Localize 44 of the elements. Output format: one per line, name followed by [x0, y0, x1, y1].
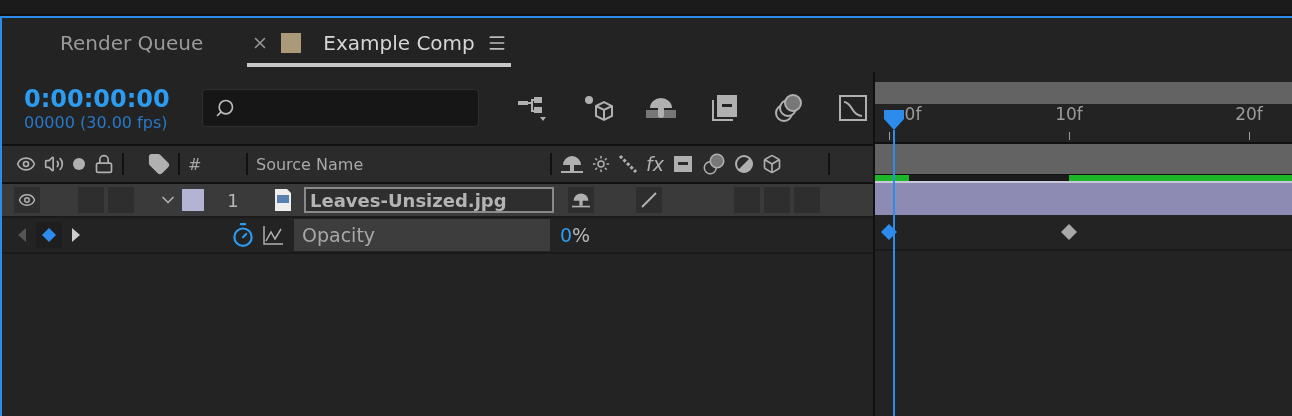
next-keyframe-icon[interactable]	[70, 227, 82, 243]
column-header[interactable]: Source Name	[256, 154, 542, 174]
keyframe-icon[interactable]	[1061, 224, 1077, 240]
ruler-label: 0f	[904, 104, 922, 124]
shy-switch[interactable]	[568, 187, 594, 213]
layer-name-field[interactable]: Leaves-Unsized.jpg	[304, 187, 554, 213]
tab-label: Render Queue	[60, 31, 204, 55]
eye-icon[interactable]	[16, 154, 36, 174]
frame-count: 00000 (30.00 fps)	[24, 112, 169, 132]
panel-tab[interactable]: Example Comp	[247, 23, 511, 67]
shy-icon[interactable]	[560, 153, 584, 175]
film-icon[interactable]	[671, 154, 694, 174]
search-icon	[215, 98, 235, 118]
tab-label: Example Comp	[323, 31, 475, 55]
label-color-swatch[interactable]	[182, 189, 204, 211]
dot-icon[interactable]	[72, 157, 86, 171]
visibility-toggle[interactable]	[14, 187, 40, 213]
graph-icon[interactable]	[262, 225, 284, 245]
current-time[interactable]: 0:00:00:00	[24, 84, 202, 113]
slash-icon	[639, 190, 659, 210]
search-field[interactable]	[202, 89, 479, 127]
eye-icon	[18, 191, 36, 209]
panel-tab[interactable]: Render Queue	[56, 23, 208, 67]
lock-icon[interactable]	[94, 154, 114, 174]
property-name: Opacity	[294, 219, 550, 251]
speaker-icon[interactable]	[44, 154, 64, 174]
property-value[interactable]: 0%	[560, 224, 591, 246]
stopwatch-icon[interactable]	[230, 222, 256, 248]
half-circle-icon[interactable]	[733, 154, 754, 174]
layer-number: 1	[226, 189, 240, 211]
stacked-circles-icon[interactable]	[701, 152, 726, 176]
keyframe-icon	[41, 227, 57, 243]
ruler-label: 20f	[1235, 104, 1263, 124]
quality-switch[interactable]	[636, 187, 662, 213]
column-header[interactable]: #	[188, 154, 238, 174]
fx-icon[interactable]: fx	[646, 153, 664, 175]
cube-icon[interactable]	[761, 154, 782, 174]
tag-icon[interactable]	[148, 153, 170, 175]
dashed-line-icon[interactable]	[618, 154, 638, 174]
sun-icon[interactable]	[592, 155, 610, 173]
keyframe-toggle[interactable]	[36, 222, 62, 248]
image-file-icon	[274, 188, 292, 212]
shy-icon	[571, 191, 591, 209]
ruler-label: 10f	[1055, 104, 1083, 124]
